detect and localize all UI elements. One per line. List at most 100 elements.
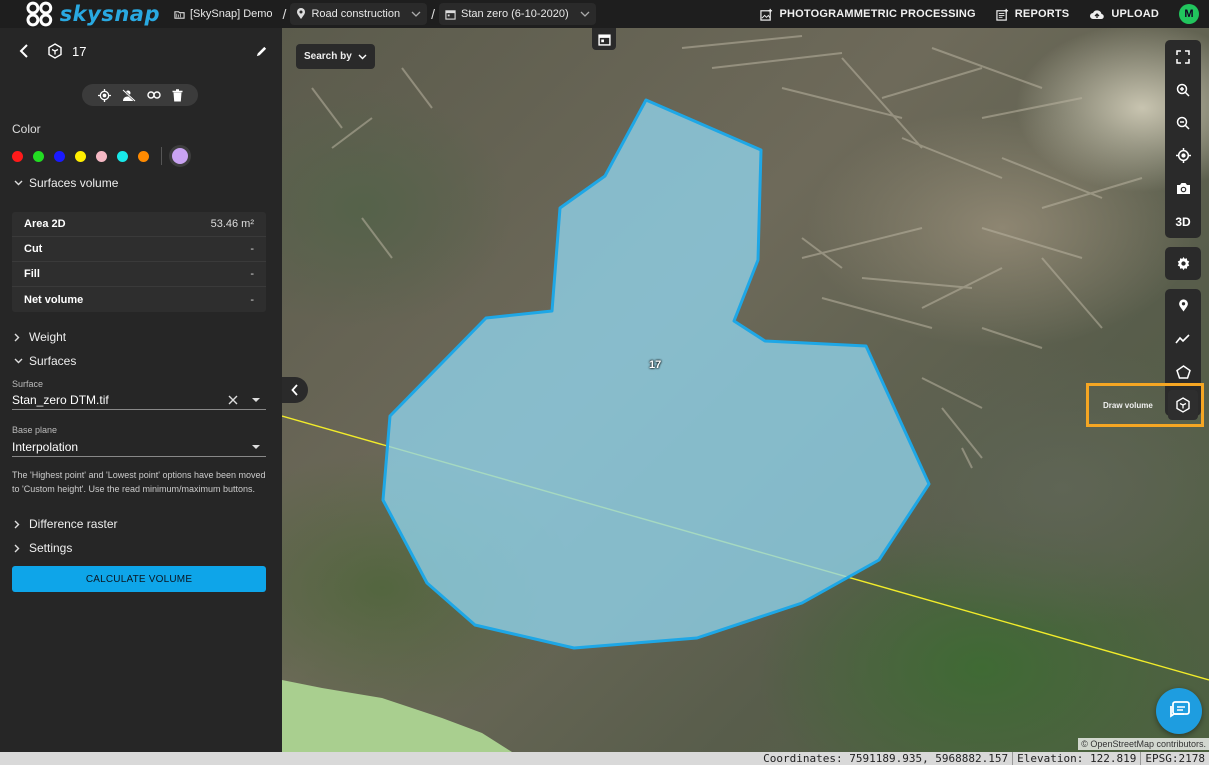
3d-view-button[interactable]: 3D [1165,205,1201,238]
dropdown-arrow-icon[interactable] [252,444,260,449]
volume-polygon[interactable] [381,98,931,650]
upload-label: UPLOAD [1111,8,1159,20]
selected-color-swatch[interactable] [172,148,188,164]
reports-button[interactable]: REPORTS [996,8,1070,21]
chat-icon [1170,701,1190,718]
coordinates-readout: Coordinates: 7591189.935, 5968882.157 [763,752,1009,765]
support-chat-button[interactable] [1156,688,1202,734]
chevron-down-icon [358,54,367,59]
breadcrumb-project-label: Road construction [311,8,401,20]
surfaces-volume-toggle[interactable]: Surfaces volume [14,176,118,190]
table-row: Net volume - [12,287,266,312]
surfaces-toggle[interactable]: Surfaces [14,354,76,368]
base-plane-select-value: Interpolation [12,439,79,454]
color-swatch-pink[interactable] [96,150,107,162]
upload-button[interactable]: UPLOAD [1089,8,1159,20]
color-swatch-yellow[interactable] [75,150,86,162]
difference-raster-label: Difference raster [29,517,118,531]
calendar-icon [597,33,611,46]
draw-volume-tooltip: Draw volume [1103,400,1153,410]
surfaces-volume-label: Surfaces volume [29,176,119,190]
chevron-down-icon [14,358,23,364]
weight-label: Weight [29,330,67,344]
chevron-down-icon [411,11,421,17]
survey-calendar-button[interactable] [592,28,616,50]
3d-label: 3D [1175,214,1191,229]
color-swatch-row [12,147,188,165]
surfaces-label: Surfaces [29,354,77,368]
breadcrumb-organization[interactable]: [SkySnap] Demo [168,3,279,25]
collapse-sidebar-button[interactable] [282,377,308,403]
draw-volume-button[interactable] [1168,390,1198,420]
color-label: Color [12,122,41,136]
user-avatar[interactable]: M [1179,4,1199,24]
fullscreen-icon [1176,49,1190,64]
breadcrumb-project[interactable]: Road construction [290,3,428,25]
locate-icon[interactable] [97,88,111,102]
zoom-out-icon [1176,116,1190,130]
chevron-down-icon [580,11,590,17]
back-arrow-icon[interactable] [18,44,32,58]
chevron-right-icon [14,520,20,528]
folder-icon [174,10,185,19]
color-swatch-red[interactable] [12,150,23,162]
metric-value: - [250,268,254,280]
hide-users-icon[interactable] [121,88,136,102]
metric-key: Area 2D [24,218,66,230]
settings-toggle[interactable]: Settings [14,541,72,555]
surface-select[interactable]: Stan_zero DTM.tif [12,390,266,410]
elevation-readout: Elevation: 122.819 [1012,752,1140,765]
clear-icon[interactable] [228,395,238,405]
zoom-in-button[interactable] [1165,73,1201,106]
settings-label: Settings [29,541,73,555]
surface-select-value: Stan_zero DTM.tif [12,392,109,407]
top-bar: skysnap [SkySnap] Demo / Road constructi… [0,0,1209,28]
edit-pencil-icon[interactable] [255,45,268,58]
cloud-upload-icon [1090,10,1105,20]
fullscreen-button[interactable] [1165,40,1201,73]
marker-icon [1178,298,1188,311]
polyline-icon [1175,333,1190,343]
color-swatch-green[interactable] [33,150,44,162]
sidebar-header: 17 [0,28,282,74]
volume-cube-icon [48,43,62,59]
polygon-label: 17 [649,359,662,371]
color-swatch-cyan[interactable] [117,150,128,162]
zoom-in-icon [1176,83,1190,97]
breadcrumb-survey[interactable]: Stan zero (6-10-2020) [439,3,596,25]
camera-icon [1176,183,1190,194]
metric-value: 53.46 m² [210,218,254,230]
image-add-icon [760,8,773,21]
calendar-icon [445,9,456,20]
map-attribution[interactable]: © OpenStreetMap contributors. [1078,738,1209,750]
screenshot-button[interactable] [1165,172,1201,205]
locate-icon [1175,148,1191,163]
polygon-icon [1175,364,1191,379]
zoom-out-button[interactable] [1165,106,1201,139]
color-swatch-orange[interactable] [138,150,149,162]
map-settings-button[interactable] [1165,247,1201,280]
link-icon[interactable] [146,90,161,100]
calculate-volume-button[interactable]: CALCULATE VOLUME [12,566,266,592]
photogrammetric-processing-button[interactable]: PHOTOGRAMMETRIC PROCESSING [760,8,976,21]
table-row: Area 2D 53.46 m² [12,212,266,237]
weight-toggle[interactable]: Weight [14,330,66,344]
measurement-action-pill [82,84,198,106]
difference-raster-toggle[interactable]: Difference raster [14,517,117,531]
metric-value: - [250,243,254,255]
draw-volume-highlight: Draw volume [1086,383,1204,427]
draw-polyline-button[interactable] [1165,322,1201,355]
map-viewport[interactable]: 17 Search by 3D Draw volume © OpenStreet… [282,28,1209,752]
draw-marker-button[interactable] [1165,289,1201,322]
base-plane-select[interactable]: Interpolation [12,437,266,457]
metric-key: Net volume [24,293,84,306]
search-by-dropdown[interactable]: Search by [296,44,375,69]
skysnap-logo[interactable]: skysnap [0,1,160,27]
dropdown-arrow-icon[interactable] [252,397,260,402]
delete-trash-icon[interactable] [172,88,183,102]
color-swatch-blue[interactable] [54,150,65,162]
chevron-left-icon [291,384,298,396]
locate-button[interactable] [1165,139,1201,172]
breadcrumb-separator: / [282,6,287,22]
metric-key: Cut [24,243,43,255]
